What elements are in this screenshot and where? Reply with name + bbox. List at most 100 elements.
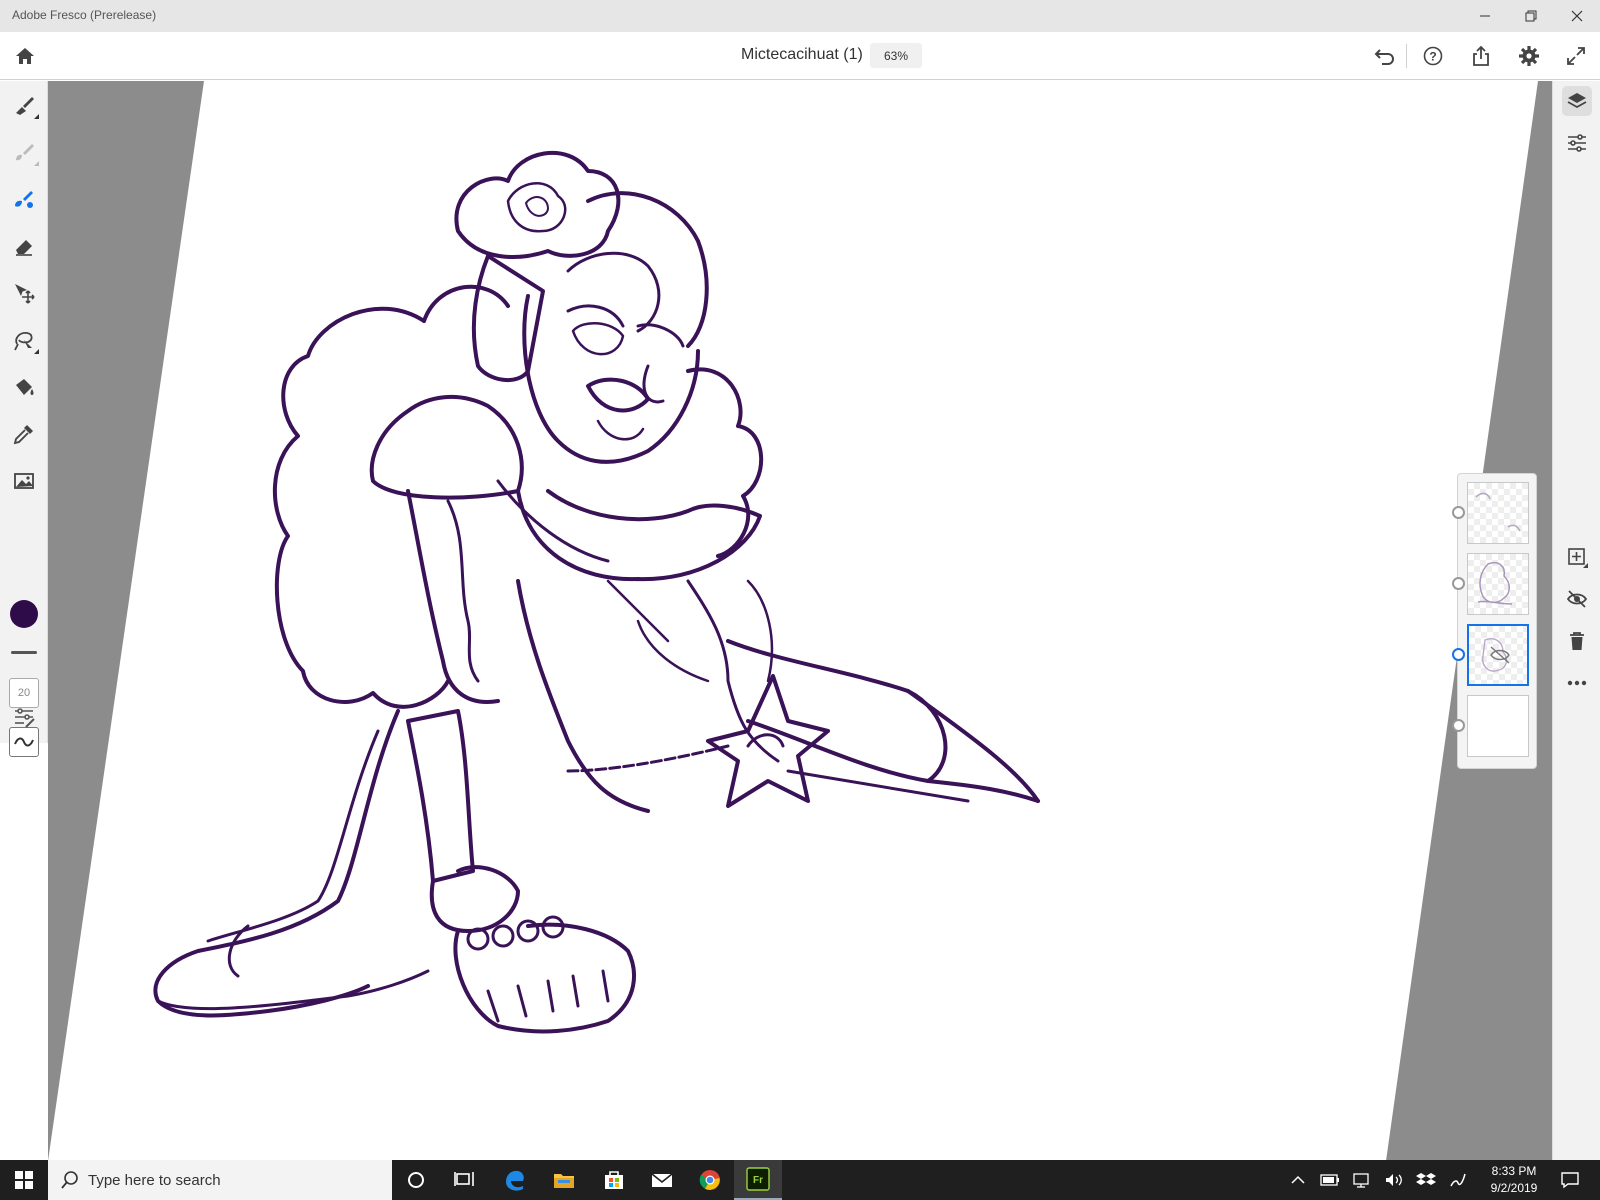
layer-thumbnail-1[interactable] <box>1467 482 1529 544</box>
fullscreen-button[interactable] <box>1561 42 1591 70</box>
lasso-select-icon <box>14 332 33 351</box>
live-brush-icon <box>16 144 34 161</box>
left-toolbar: 20 <box>0 81 48 757</box>
restore-button[interactable] <box>1508 0 1554 32</box>
delete-layer-icon <box>1570 632 1584 650</box>
layer-1-preview <box>1475 492 1521 532</box>
window-titlebar: Adobe Fresco (Prerelease) <box>0 0 1600 32</box>
hide-layer-button[interactable] <box>1562 584 1592 614</box>
document-title[interactable]: Mictecacihuat (1) <box>741 46 863 64</box>
brush-settings-tool[interactable] <box>8 701 40 733</box>
chevron-up-icon <box>1291 1175 1305 1184</box>
layer-1-mask-indicator[interactable] <box>1452 506 1465 519</box>
toolbar-divider <box>11 651 37 654</box>
place-image-tool[interactable] <box>8 465 40 497</box>
action-center-button[interactable] <box>1554 1160 1586 1200</box>
more-icon <box>1567 680 1587 686</box>
layer-properties-icon <box>1568 134 1586 152</box>
eraser-icon <box>16 240 32 256</box>
layer-3-preview <box>1482 638 1510 672</box>
layer-thumbnail-3-selected[interactable] <box>1467 624 1529 686</box>
file-explorer-icon <box>554 1174 574 1188</box>
eraser-tool[interactable] <box>8 230 40 262</box>
network-icon <box>1353 1173 1369 1188</box>
notification-icon <box>1561 1172 1579 1189</box>
header-separator <box>1406 44 1407 68</box>
minimize-icon <box>1480 15 1490 17</box>
layer-properties-button[interactable] <box>1562 128 1592 158</box>
layer-thumbnail-4[interactable] <box>1467 695 1529 757</box>
eyedropper-icon <box>13 425 33 445</box>
windows-ink-icon <box>1450 1173 1466 1187</box>
fresco-label: Fr <box>753 1175 763 1186</box>
network-tray-icon[interactable] <box>1346 1160 1378 1200</box>
help-icon: ? <box>1423 46 1443 66</box>
layer-thumbnail-2[interactable] <box>1467 553 1529 615</box>
start-button[interactable] <box>0 1160 48 1200</box>
canvas-workspace[interactable] <box>48 81 1552 1161</box>
minimize-button[interactable] <box>1462 0 1508 32</box>
eyedropper-tool[interactable] <box>8 418 40 450</box>
transform-tool[interactable] <box>8 277 40 309</box>
mail-icon <box>651 1173 673 1187</box>
more-options-button[interactable] <box>1562 668 1592 698</box>
close-button[interactable] <box>1554 0 1600 32</box>
vector-brush-tool[interactable] <box>8 183 40 215</box>
fill-tool[interactable] <box>8 371 40 403</box>
file-explorer-button[interactable] <box>540 1160 588 1200</box>
chrome-button[interactable] <box>686 1160 734 1200</box>
app-header: Mictecacihuat (1) 63% ? <box>0 32 1600 80</box>
volume-tray-icon[interactable] <box>1378 1160 1410 1200</box>
vector-brush-icon <box>15 191 33 208</box>
battery-tray-icon[interactable] <box>1314 1160 1346 1200</box>
task-view-icon <box>454 1172 474 1186</box>
settings-button[interactable] <box>1514 42 1544 70</box>
windows-logo-icon <box>15 1171 33 1189</box>
layer-3-type-indicator[interactable] <box>1452 648 1465 661</box>
share-button[interactable] <box>1466 42 1496 70</box>
store-button[interactable] <box>590 1160 638 1200</box>
layer-4-type-indicator[interactable] <box>1452 719 1465 732</box>
dropbox-tray-icon[interactable] <box>1410 1160 1442 1200</box>
drawing-canvas[interactable] <box>48 81 1552 1161</box>
layer-2-mask-indicator[interactable] <box>1452 577 1465 590</box>
pixel-brush-icon <box>16 97 34 115</box>
taskbar-search-box[interactable]: Type here to search <box>48 1160 392 1200</box>
tray-overflow-button[interactable] <box>1282 1160 1314 1200</box>
fresco-icon: Fr <box>746 1167 770 1191</box>
delete-layer-button[interactable] <box>1562 626 1592 656</box>
store-icon <box>605 1171 623 1189</box>
pen-tray-icon[interactable] <box>1442 1160 1474 1200</box>
home-icon <box>16 48 34 64</box>
windows-taskbar: Type here to search Fr 8:33 PM 9/2/2019 <box>0 1160 1600 1200</box>
battery-icon <box>1320 1174 1339 1186</box>
settings-icon <box>1519 46 1539 66</box>
layer-2-preview <box>1477 562 1513 605</box>
add-layer-button[interactable] <box>1562 542 1592 572</box>
undo-button[interactable] <box>1370 42 1400 70</box>
search-placeholder: Type here to search <box>88 1172 221 1189</box>
lasso-select-tool[interactable] <box>8 324 40 356</box>
task-view-button[interactable] <box>440 1160 488 1200</box>
dropbox-icon <box>1416 1173 1436 1185</box>
color-swatch[interactable] <box>10 600 38 628</box>
zoom-level[interactable]: 63% <box>870 43 922 68</box>
chrome-icon <box>699 1170 720 1190</box>
home-button[interactable] <box>10 42 40 70</box>
cortana-button[interactable] <box>392 1160 440 1200</box>
search-icon <box>61 1171 78 1189</box>
mail-button[interactable] <box>638 1160 686 1200</box>
share-icon <box>1473 45 1489 66</box>
place-image-icon <box>14 473 34 489</box>
edge-button[interactable] <box>490 1160 538 1200</box>
window-title: Adobe Fresco (Prerelease) <box>12 8 157 22</box>
live-brush-tool[interactable] <box>8 136 40 168</box>
pixel-brush-tool[interactable] <box>8 89 40 121</box>
fresco-taskbar-button[interactable]: Fr <box>734 1160 782 1200</box>
taskbar-clock[interactable]: 8:33 PM 9/2/2019 <box>1478 1163 1550 1197</box>
edge-icon <box>506 1170 524 1191</box>
brush-settings-icon <box>15 708 35 728</box>
layers-button[interactable] <box>1562 86 1592 116</box>
help-button[interactable]: ? <box>1418 42 1448 70</box>
add-layer-icon <box>1568 548 1588 568</box>
